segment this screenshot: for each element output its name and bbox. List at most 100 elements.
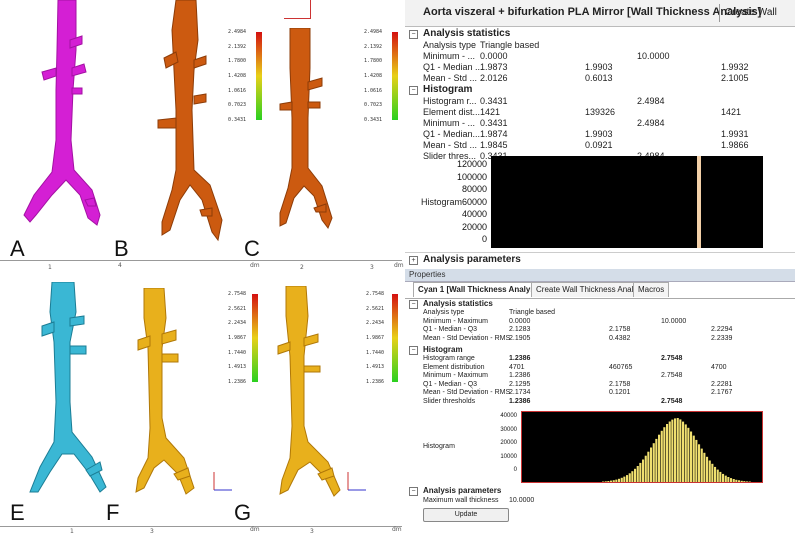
colorbar-value: 0.3431 <box>228 117 247 123</box>
histogram-bar <box>602 481 605 482</box>
section-header[interactable]: − Analysis statistics <box>405 299 795 309</box>
section-header[interactable]: − Histogram <box>405 345 795 355</box>
colorbar-value: 1.2386 <box>366 379 385 385</box>
colorbar-value: 2.4984 <box>228 29 247 35</box>
tab-strip: Cyan 1 [Wall Thickness Analysis] Create … <box>405 282 795 299</box>
tab-title[interactable]: Aorta viszeral + bifurkation PLA Mirror … <box>423 6 761 18</box>
axis-triad-g <box>347 472 366 491</box>
colorbar-value: 1.4208 <box>364 73 383 79</box>
histogram-bar <box>612 480 615 482</box>
property-value-3: 2.1767 <box>711 389 733 396</box>
histogram-bar <box>671 419 674 482</box>
update-button[interactable]: Update <box>423 508 509 522</box>
collapse-icon[interactable]: − <box>409 30 418 39</box>
property-value-3: 2.1005 <box>721 73 749 83</box>
analysis-parameters-heading: Analysis parameters <box>423 254 521 265</box>
y-tick-label: 0 <box>513 467 517 473</box>
histogram-bar <box>727 477 730 482</box>
figure-letter-b: B <box>114 236 129 261</box>
colorbar-value: 0.3431 <box>364 117 383 123</box>
max-wall-thickness-label: Maximum wall thickness <box>423 497 499 504</box>
histogram-bar <box>706 456 709 482</box>
figure-letter-a: A <box>10 236 25 261</box>
colorbar-value: 2.1392 <box>228 43 247 50</box>
colorbar-value: 2.2434 <box>366 320 385 327</box>
y-tick-label: 120000 <box>456 159 487 169</box>
ruler-top-label-4: 2 <box>300 264 304 271</box>
histogram-bar <box>730 478 733 482</box>
colorbar-value: 1.7800 <box>364 58 383 65</box>
tab-create-wall[interactable]: Create Wall <box>725 7 777 18</box>
histogram-bar <box>682 421 685 482</box>
y-tick-label: 10000 <box>500 453 517 460</box>
property-value-1: 0.3431 <box>480 96 508 106</box>
property-value-1: 1.2386 <box>509 397 531 405</box>
property-value-3: 2.7548 <box>661 355 683 362</box>
property-value-3: 1.9866 <box>721 140 749 150</box>
histogram-peak-bar <box>697 156 701 248</box>
tab-cyan1[interactable]: Cyan 1 [Wall Thickness Analysis] <box>413 282 550 297</box>
histogram-bar <box>644 455 647 482</box>
expand-parameters-icon[interactable]: + <box>409 256 418 265</box>
colorbar-value: 1.0616 <box>228 87 247 94</box>
colorbar-bottom-left <box>252 294 258 382</box>
colorbar-value: 1.4913 <box>366 364 385 371</box>
property-value-1: Triangle based <box>509 309 556 316</box>
property-value-3: 2.7548 <box>661 397 683 405</box>
histogram-bar <box>620 477 623 482</box>
property-value-1: 1.9873 <box>480 62 508 72</box>
property-label: Minimum - Maximum <box>423 372 488 379</box>
property-value-1: 2.0126 <box>480 73 508 83</box>
vessel-model-e <box>29 282 107 493</box>
max-wall-thickness-value[interactable]: 10.0000 <box>509 497 534 504</box>
ruler-top-label-2: 4 <box>118 262 122 269</box>
histogram-bar <box>679 419 682 482</box>
figure-letter-g: G <box>234 500 252 525</box>
colorbar-value: 1.7440 <box>228 349 247 356</box>
histogram-bar <box>623 476 626 482</box>
histogram-bar <box>652 443 655 482</box>
tab-macros[interactable]: Macros <box>633 282 670 297</box>
histogram-bar <box>604 481 607 482</box>
collapse-icon[interactable]: − <box>409 300 418 309</box>
property-value-1: 1.9874 <box>480 129 508 139</box>
histogram-bar <box>663 427 666 482</box>
colorbar-value: 0.7023 <box>228 102 247 109</box>
colorbar-bottom-right <box>392 294 398 382</box>
property-value-3: 10.0000 <box>637 51 670 61</box>
viewport-bottom[interactable]: 2.7548 2.5621 2.2434 1.9867 1.7440 1.4913 1.23… <box>0 272 402 527</box>
colorbar-value: 2.1392 <box>364 43 383 50</box>
histogram-bar <box>716 469 719 482</box>
property-row: Analysis type Triangle based <box>405 40 795 51</box>
section-header[interactable]: − Histogram <box>405 84 795 96</box>
parameters-section: − Analysis parameters Maximum wall thick… <box>405 485 795 525</box>
histogram-bar <box>628 473 631 482</box>
ruler-bottom <box>0 526 402 527</box>
histogram-bar <box>748 481 751 482</box>
property-value-3: 2.2281 <box>711 380 733 388</box>
collapse-icon[interactable]: − <box>409 86 418 95</box>
figure-letter-e: E <box>10 500 25 525</box>
viewport-top[interactable]: 2.4984 2.1392 1.7800 1.4208 1.0616 0.7023 0.34… <box>0 0 402 268</box>
y-tick-label: 0 <box>481 234 487 244</box>
property-label: Q1 - Median - Q3 <box>423 380 478 388</box>
histogram-bar <box>708 460 711 482</box>
histogram-chart <box>491 156 763 248</box>
collapse-parameters-icon[interactable]: − <box>409 487 418 496</box>
property-value-2: 0.0921 <box>585 140 613 150</box>
colorbar-value: 0.7023 <box>364 102 383 109</box>
histogram-bar <box>660 430 663 482</box>
section-header[interactable]: − Analysis statistics <box>405 28 795 40</box>
property-value-3: 10.0000 <box>661 317 687 325</box>
property-row: Q1 - Median... 1.9874 1.9903 1.9931 <box>405 129 795 140</box>
property-label: Minimum - ... <box>423 51 476 61</box>
histogram-bar <box>692 435 695 482</box>
histogram-bar <box>676 418 679 482</box>
collapse-icon[interactable]: − <box>409 346 418 355</box>
histogram-bar <box>634 468 637 482</box>
colorbar-value: 1.7800 <box>228 58 247 65</box>
histogram-bar <box>684 424 687 482</box>
histogram-bar <box>687 427 690 482</box>
property-label: Minimum - ... <box>423 118 476 128</box>
ruler-top-label-5: 3 <box>370 264 374 271</box>
